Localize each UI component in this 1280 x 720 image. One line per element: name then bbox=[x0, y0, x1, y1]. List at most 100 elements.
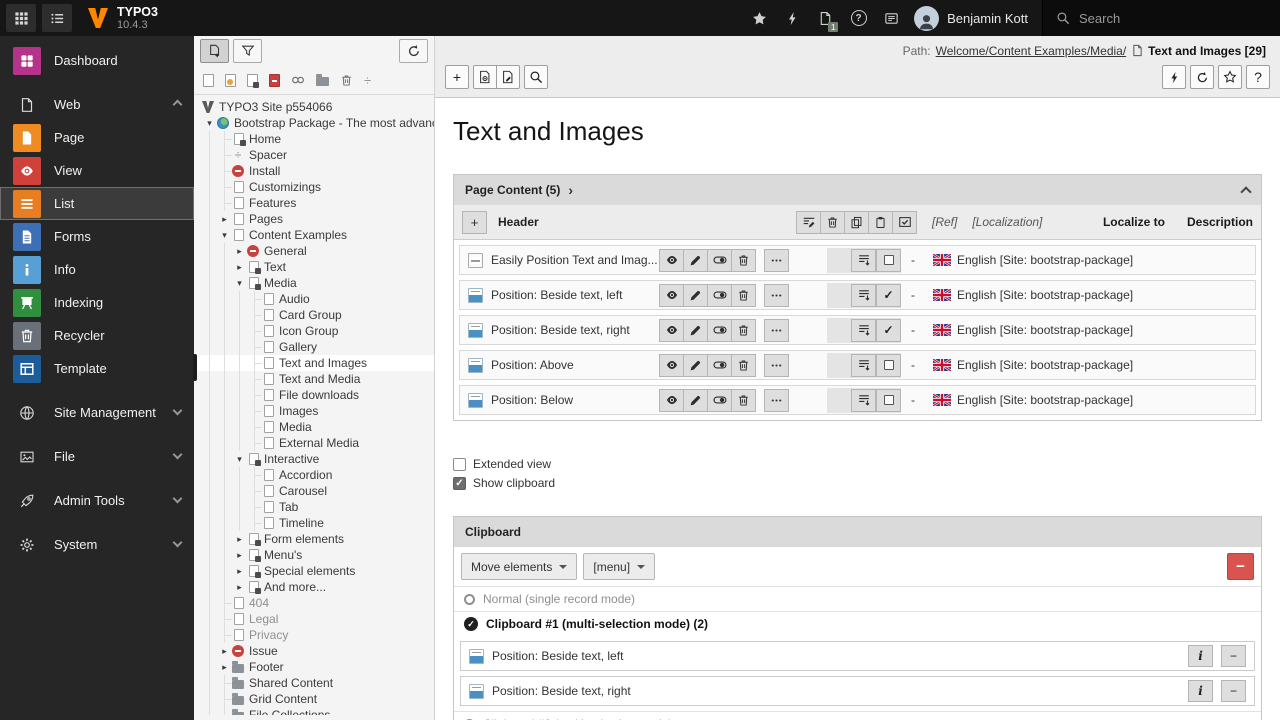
module-template[interactable]: Template bbox=[0, 352, 194, 385]
edit-page-button[interactable] bbox=[496, 65, 520, 89]
tree-resize-handle[interactable] bbox=[193, 354, 197, 381]
tree-node[interactable]: Accordion bbox=[194, 467, 434, 483]
opened-documents-button[interactable]: 1 bbox=[809, 0, 842, 36]
tree-node[interactable]: ▸Footer bbox=[194, 659, 434, 675]
clear-clipboard-button[interactable]: − bbox=[1227, 553, 1254, 580]
radio-icon[interactable] bbox=[464, 594, 475, 605]
tree-node[interactable]: ▸Issue bbox=[194, 643, 434, 659]
drag-divider-icon[interactable]: ÷ bbox=[364, 74, 371, 87]
view-record-button[interactable] bbox=[659, 319, 684, 342]
tree-node[interactable]: ▾Content Examples bbox=[194, 227, 434, 243]
module-menu-toggle-button[interactable] bbox=[6, 4, 36, 32]
tree-expander[interactable]: ▸ bbox=[217, 643, 232, 659]
hide-record-button[interactable] bbox=[707, 319, 732, 342]
tree-node[interactable]: Privacy bbox=[194, 627, 434, 643]
move-record-button[interactable] bbox=[851, 354, 876, 377]
clipboard-mode-normal[interactable]: Normal (single record mode) bbox=[454, 586, 1261, 611]
section-system[interactable]: System bbox=[0, 528, 194, 561]
tree-expander[interactable]: ▾ bbox=[202, 115, 217, 131]
module-forms[interactable]: Forms bbox=[0, 220, 194, 253]
edit-marked-button[interactable] bbox=[796, 211, 821, 234]
tree-expander[interactable]: ▸ bbox=[232, 547, 247, 563]
view-record-button[interactable] bbox=[659, 354, 684, 377]
new-record-button[interactable]: + bbox=[445, 65, 469, 89]
clipboard-mode-1[interactable]: ✓ Clipboard #1 (multi-selection mode) (2… bbox=[454, 611, 1261, 636]
module-dashboard[interactable]: Dashboard bbox=[0, 44, 194, 77]
clipboard-select-checkbox[interactable] bbox=[876, 249, 901, 272]
more-actions-button[interactable] bbox=[764, 284, 789, 307]
tree-expander[interactable]: ▸ bbox=[232, 259, 247, 275]
tree-node[interactable]: Text and Images bbox=[194, 355, 434, 371]
tree-node[interactable]: ▸And more... bbox=[194, 579, 434, 595]
view-record-button[interactable] bbox=[659, 284, 684, 307]
tree-node[interactable]: Legal bbox=[194, 611, 434, 627]
help-button[interactable]: ? bbox=[842, 0, 875, 36]
drag-userpage-icon[interactable] bbox=[225, 74, 236, 87]
delete-record-button[interactable] bbox=[731, 319, 756, 342]
view-webpage-button[interactable] bbox=[473, 65, 497, 89]
edit-record-button[interactable] bbox=[683, 284, 708, 307]
delete-record-button[interactable] bbox=[731, 284, 756, 307]
move-record-button[interactable] bbox=[851, 284, 876, 307]
entry-info-button[interactable]: i bbox=[1188, 645, 1213, 667]
tree-node[interactable]: Gallery bbox=[194, 339, 434, 355]
delete-record-button[interactable] bbox=[731, 249, 756, 272]
tree-node[interactable]: File Collections bbox=[194, 707, 434, 715]
new-page-button[interactable] bbox=[200, 39, 229, 63]
delete-marked-button[interactable] bbox=[820, 211, 845, 234]
tree-node[interactable]: ▸Menu's bbox=[194, 547, 434, 563]
more-actions-button[interactable] bbox=[764, 354, 789, 377]
tree-node[interactable]: Tab bbox=[194, 499, 434, 515]
drag-mountpoint-icon[interactable] bbox=[269, 74, 280, 87]
module-info[interactable]: Info bbox=[0, 253, 194, 286]
record-title[interactable]: Position: Beside text, left bbox=[491, 288, 659, 302]
tree-node[interactable]: Images bbox=[194, 403, 434, 419]
show-clipboard-option[interactable]: ✓ Show clipboard bbox=[453, 476, 1262, 490]
record-title[interactable]: Position: Beside text, right bbox=[491, 323, 659, 337]
edit-record-button[interactable] bbox=[683, 354, 708, 377]
module-view[interactable]: View bbox=[0, 154, 194, 187]
user-menu[interactable]: Benjamin Kott bbox=[908, 0, 1042, 36]
mark-all-button[interactable] bbox=[892, 211, 917, 234]
filter-button[interactable] bbox=[233, 39, 262, 63]
tree-node[interactable]: Features bbox=[194, 195, 434, 211]
tree-node[interactable]: TYPO3 Site p554066 bbox=[194, 99, 434, 115]
clipboard-select-checkbox[interactable] bbox=[876, 354, 901, 377]
panel-header[interactable]: Page Content (5) › bbox=[454, 175, 1261, 205]
clear-cache-button[interactable] bbox=[776, 0, 809, 36]
section-admin-tools[interactable]: Admin Tools bbox=[0, 484, 194, 517]
collapse-panel-icon[interactable] bbox=[1240, 186, 1251, 197]
hide-record-button[interactable] bbox=[707, 284, 732, 307]
copy-marked-button[interactable] bbox=[844, 211, 869, 234]
tree-node[interactable]: Text and Media bbox=[194, 371, 434, 387]
extended-view-option[interactable]: Extended view bbox=[453, 457, 1262, 471]
tree-expander[interactable]: ▸ bbox=[217, 211, 232, 227]
search-input[interactable] bbox=[1079, 11, 1267, 26]
global-search[interactable] bbox=[1042, 0, 1280, 36]
edit-record-button[interactable] bbox=[683, 249, 708, 272]
reload-button[interactable] bbox=[1190, 65, 1214, 89]
refresh-tree-button[interactable] bbox=[399, 39, 428, 63]
tree-node[interactable]: Media bbox=[194, 419, 434, 435]
more-actions-button[interactable] bbox=[764, 249, 789, 272]
show-clipboard-checkbox[interactable]: ✓ bbox=[453, 477, 466, 490]
tree-node[interactable]: File downloads bbox=[194, 387, 434, 403]
tree-expander[interactable]: ▾ bbox=[232, 451, 247, 467]
tree-node[interactable]: ▾Interactive bbox=[194, 451, 434, 467]
tree-node[interactable]: Grid Content bbox=[194, 691, 434, 707]
tree-expander[interactable]: ▾ bbox=[232, 275, 247, 291]
edit-record-button[interactable] bbox=[683, 389, 708, 412]
tree-node[interactable]: Audio bbox=[194, 291, 434, 307]
module-list[interactable]: List bbox=[0, 187, 194, 220]
view-record-button[interactable] bbox=[659, 389, 684, 412]
tree-node[interactable]: Card Group bbox=[194, 307, 434, 323]
more-actions-button[interactable] bbox=[764, 389, 789, 412]
tree-node[interactable]: ▾Media bbox=[194, 275, 434, 291]
clipboard-mode-2[interactable]: Clipboard #2 (multi-selection mode) bbox=[454, 711, 1261, 720]
drag-link-icon[interactable] bbox=[291, 73, 305, 87]
path-link[interactable]: Welcome/Content Examples/Media/ bbox=[936, 44, 1127, 58]
move-elements-dropdown[interactable]: Move elements bbox=[461, 553, 577, 580]
drag-shortcut-page-icon[interactable] bbox=[247, 74, 258, 87]
tree-expander[interactable]: ▸ bbox=[232, 579, 247, 595]
section-file[interactable]: File bbox=[0, 440, 194, 473]
